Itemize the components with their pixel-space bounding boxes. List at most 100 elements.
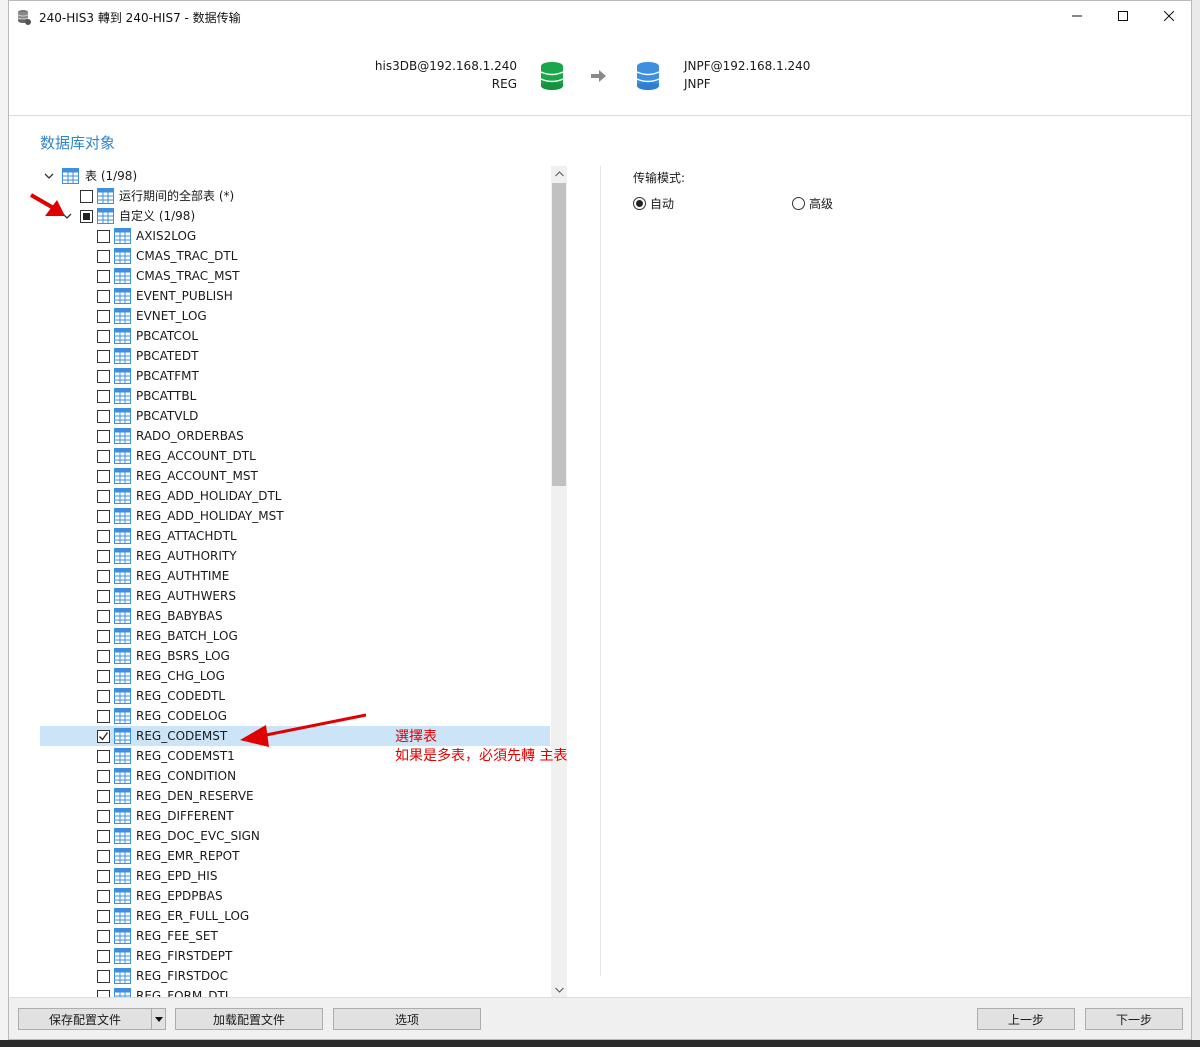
close-button[interactable]	[1146, 1, 1191, 31]
table-checkbox[interactable]	[97, 230, 110, 243]
tree-node-custom[interactable]: 自定义 (1/98)	[40, 206, 550, 226]
table-row[interactable]: REG_ACCOUNT_DTL	[40, 446, 550, 466]
chevron-down-icon[interactable]	[43, 170, 55, 182]
table-row[interactable]: REG_DEN_RESERVE	[40, 786, 550, 806]
table-row[interactable]: REG_BSRS_LOG	[40, 646, 550, 666]
options-button[interactable]: 选项	[333, 1008, 481, 1030]
save-profile-button[interactable]: 保存配置文件	[18, 1008, 166, 1030]
table-row[interactable]: RADO_ORDERBAS	[40, 426, 550, 446]
table-row[interactable]: REG_EPDPBAS	[40, 886, 550, 906]
table-row[interactable]: EVENT_PUBLISH	[40, 286, 550, 306]
maximize-button[interactable]	[1100, 1, 1146, 31]
next-button[interactable]: 下一步	[1085, 1008, 1183, 1030]
table-row[interactable]: REG_CONDITION	[40, 766, 550, 786]
table-checkbox[interactable]	[97, 290, 110, 303]
table-checkbox[interactable]	[97, 610, 110, 623]
table-checkbox[interactable]	[97, 870, 110, 883]
table-row[interactable]: PBCATFMT	[40, 366, 550, 386]
table-row[interactable]: CMAS_TRAC_MST	[40, 266, 550, 286]
tree-node-tables[interactable]: 表 (1/98)	[40, 166, 550, 186]
table-checkbox[interactable]	[97, 590, 110, 603]
table-checkbox[interactable]	[97, 690, 110, 703]
table-checkbox[interactable]	[97, 390, 110, 403]
table-row[interactable]: REG_FEE_SET	[40, 926, 550, 946]
table-checkbox[interactable]	[97, 890, 110, 903]
table-checkbox[interactable]	[97, 470, 110, 483]
table-row[interactable]: REG_ATTACHDTL	[40, 526, 550, 546]
table-checkbox[interactable]	[97, 430, 110, 443]
table-row[interactable]: REG_FIRSTDEPT	[40, 946, 550, 966]
table-row[interactable]: REG_DOC_EVC_SIGN	[40, 826, 550, 846]
table-checkbox[interactable]	[97, 270, 110, 283]
chevron-down-icon[interactable]	[61, 210, 73, 222]
table-checkbox[interactable]	[97, 710, 110, 723]
table-row[interactable]: PBCATTBL	[40, 386, 550, 406]
table-row[interactable]: REG_ACCOUNT_MST	[40, 466, 550, 486]
scrollbar-thumb[interactable]	[552, 183, 566, 486]
table-checkbox[interactable]	[97, 370, 110, 383]
radio-auto[interactable]: 自动	[633, 195, 674, 211]
table-checkbox[interactable]	[97, 850, 110, 863]
table-checkbox[interactable]	[97, 810, 110, 823]
table-row[interactable]: EVNET_LOG	[40, 306, 550, 326]
table-checkbox[interactable]	[97, 930, 110, 943]
table-checkbox[interactable]	[97, 770, 110, 783]
table-checkbox[interactable]	[97, 330, 110, 343]
minimize-button[interactable]	[1054, 1, 1100, 31]
all-tables-checkbox[interactable]	[80, 190, 93, 203]
table-checkbox[interactable]	[97, 510, 110, 523]
table-row[interactable]: AXIS2LOG	[40, 226, 550, 246]
table-checkbox[interactable]	[97, 530, 110, 543]
table-row[interactable]: REG_ADD_HOLIDAY_DTL	[40, 486, 550, 506]
table-row[interactable]: REG_ER_FULL_LOG	[40, 906, 550, 926]
save-profile-dropdown[interactable]	[151, 1009, 165, 1029]
table-checkbox[interactable]	[97, 750, 110, 763]
table-checkbox[interactable]	[97, 970, 110, 983]
load-profile-button[interactable]: 加载配置文件	[175, 1008, 323, 1030]
table-row[interactable]: REG_AUTHTIME	[40, 566, 550, 586]
prev-button[interactable]: 上一步	[977, 1008, 1075, 1030]
table-row[interactable]: REG_DIFFERENT	[40, 806, 550, 826]
table-checkbox[interactable]	[97, 350, 110, 363]
table-name-label: REG_CODEDTL	[136, 689, 226, 703]
table-checkbox[interactable]	[97, 830, 110, 843]
table-checkbox[interactable]	[97, 450, 110, 463]
table-row[interactable]: REG_ADD_HOLIDAY_MST	[40, 506, 550, 526]
table-row[interactable]: PBCATEDT	[40, 346, 550, 366]
table-row[interactable]: PBCATCOL	[40, 326, 550, 346]
table-row[interactable]: CMAS_TRAC_DTL	[40, 246, 550, 266]
table-checkbox[interactable]	[97, 650, 110, 663]
table-row[interactable]: REG_FIRSTDOC	[40, 966, 550, 986]
tree-node-all-tables[interactable]: 运行期间的全部表 (*)	[40, 186, 550, 206]
custom-checkbox[interactable]	[80, 210, 93, 223]
table-checkbox[interactable]	[97, 250, 110, 263]
table-row[interactable]: REG_EPD_HIS	[40, 866, 550, 886]
tree-scrollbar[interactable]	[551, 166, 567, 998]
scroll-down-button[interactable]	[551, 982, 567, 998]
table-checkbox[interactable]	[97, 730, 110, 743]
table-checkbox[interactable]	[97, 570, 110, 583]
table-checkbox[interactable]	[97, 630, 110, 643]
table-row[interactable]: REG_AUTHWERS	[40, 586, 550, 606]
table-row[interactable]: REG_CHG_LOG	[40, 666, 550, 686]
table-row[interactable]: REG_CODEDTL	[40, 686, 550, 706]
table-checkbox[interactable]	[97, 310, 110, 323]
table-checkbox[interactable]	[97, 550, 110, 563]
table-row[interactable]: PBCATVLD	[40, 406, 550, 426]
radio-advanced-indicator[interactable]	[792, 196, 805, 210]
table-row[interactable]: REG_AUTHORITY	[40, 546, 550, 566]
radio-advanced[interactable]: 高级	[792, 195, 833, 211]
table-row[interactable]: REG_CODELOG	[40, 706, 550, 726]
table-checkbox[interactable]	[97, 490, 110, 503]
table-row[interactable]: REG_BABYBAS	[40, 606, 550, 626]
table-checkbox[interactable]	[97, 410, 110, 423]
table-checkbox[interactable]	[97, 950, 110, 963]
scroll-up-button[interactable]	[551, 166, 567, 182]
table-name-label: EVENT_PUBLISH	[136, 289, 233, 303]
table-row[interactable]: REG_BATCH_LOG	[40, 626, 550, 646]
table-row[interactable]: REG_EMR_REPOT	[40, 846, 550, 866]
table-checkbox[interactable]	[97, 910, 110, 923]
table-checkbox[interactable]	[97, 790, 110, 803]
table-checkbox[interactable]	[97, 670, 110, 683]
radio-auto-indicator[interactable]	[633, 196, 646, 210]
